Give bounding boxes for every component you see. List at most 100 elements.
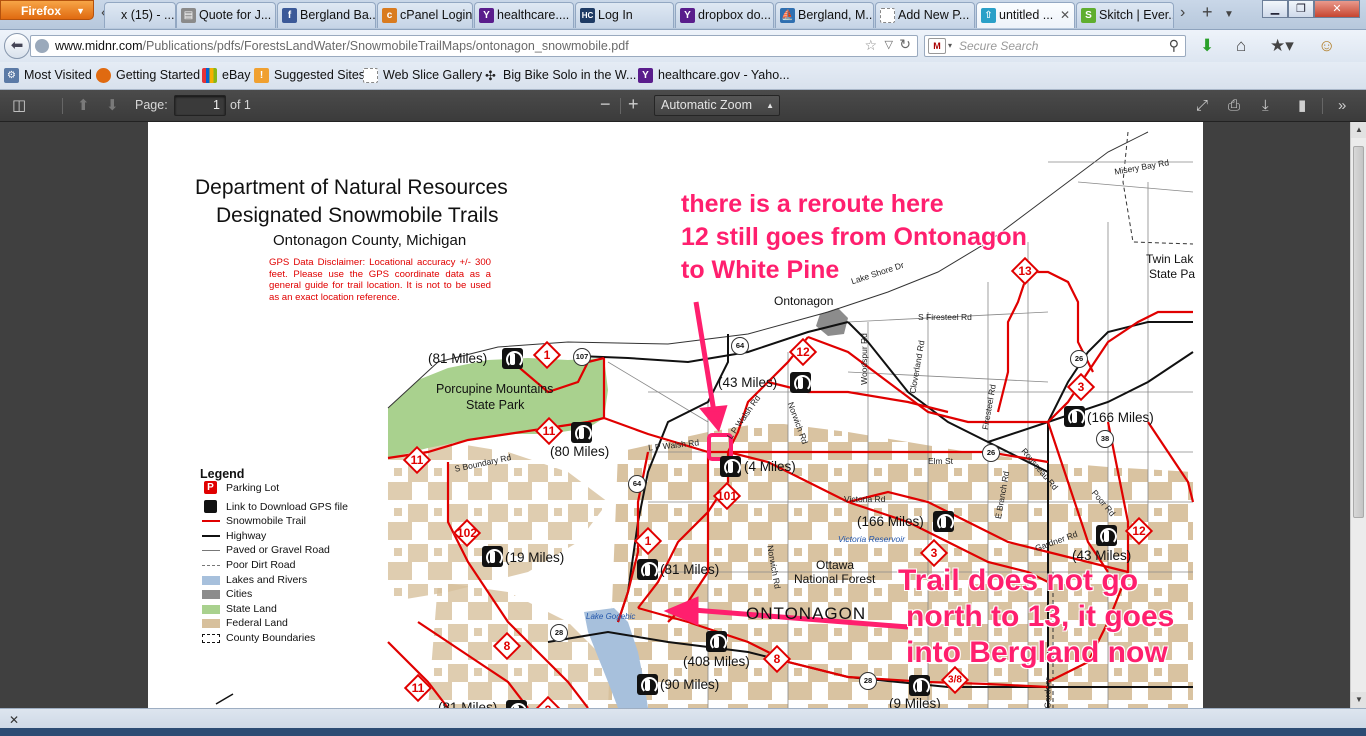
scroll-up-icon[interactable]: ▲	[1351, 122, 1366, 138]
tab-mail[interactable]: x (15) - ...	[104, 2, 176, 28]
bookmark-getting-started[interactable]: Getting Started	[96, 68, 200, 83]
tab-bergland-map[interactable]: ⛵ Bergland, M...	[775, 2, 874, 28]
tab-skitch[interactable]: S Skitch | Ever...	[1076, 2, 1174, 28]
legend-item: Link to Download GPS file	[200, 499, 380, 515]
back-button[interactable]: ⬅	[4, 33, 30, 59]
tab-add-new[interactable]: Add New P...	[875, 2, 975, 28]
sidebar-toggle-icon[interactable]: ◫	[12, 97, 26, 115]
trail-mileage: (43 Miles)	[718, 375, 778, 390]
extension-icon[interactable]: ☺	[1318, 36, 1335, 56]
place-ottawa: Ottawa	[816, 558, 855, 572]
search-bar[interactable]: M ▾ Secure Search ⚲	[924, 35, 1186, 57]
pdf-toolbar: ◫ ⬆ ⬇ Page: 1 of 1 − + Automatic Zoom ▲▼…	[0, 90, 1366, 129]
gps-download-icon[interactable]	[909, 675, 930, 696]
mcafee-icon[interactable]: M	[928, 38, 946, 54]
vertical-scrollbar[interactable]: ▲ ▼	[1350, 122, 1366, 708]
map-county: Ontonagon County, Michigan	[273, 232, 467, 249]
zoom-select[interactable]: Automatic Zoom ▲▼	[654, 95, 780, 129]
close-window-button[interactable]: ✕	[1314, 0, 1360, 18]
page-icon: ▤	[181, 8, 196, 23]
url-bar[interactable]: www.midnr.com/Publications/pdfs/ForestsL…	[30, 35, 918, 57]
bookmark-most-visited[interactable]: ⚙ Most Visited	[4, 68, 92, 83]
close-tab-icon[interactable]: ✕	[1060, 3, 1070, 27]
tab-scroll-right-icon[interactable]: ›	[1180, 4, 1185, 22]
gps-download-icon[interactable]	[933, 511, 954, 532]
tab-quote[interactable]: ▤ Quote for J...	[176, 2, 276, 28]
bookmark-web-slice-gallery[interactable]: Web Slice Gallery	[363, 68, 482, 83]
minimize-button[interactable]: ▁	[1262, 0, 1288, 18]
search-input[interactable]: Secure Search	[959, 36, 1038, 56]
tools-menu-icon[interactable]: »	[1338, 97, 1346, 115]
search-icon[interactable]: ⚲	[1169, 37, 1179, 54]
place-ontonagon: Ontonagon	[774, 294, 834, 308]
place-ottawa-national-forest: National Forest	[794, 572, 876, 586]
gps-download-icon[interactable]	[706, 631, 727, 652]
trail-mileage: (408 Miles)	[683, 654, 750, 669]
legend-title: Legend	[200, 467, 245, 481]
legend-item: County Boundaries	[200, 631, 380, 646]
pdf-viewer[interactable]: Department of Natural Resources Designat…	[0, 122, 1350, 708]
bookmark-healthcare-yahoo[interactable]: Y healthcare.gov - Yaho...	[638, 68, 790, 83]
gps-download-icon[interactable]	[637, 559, 658, 580]
gps-download-icon[interactable]	[790, 372, 811, 393]
close-icon[interactable]: ✕	[9, 713, 19, 727]
tab-healthcare[interactable]: Y healthcare....	[474, 2, 574, 28]
zoom-in-icon[interactable]: +	[628, 95, 639, 113]
gps-download-icon[interactable]	[637, 674, 658, 695]
tab-label: Bergland Ba...	[300, 8, 376, 22]
fullscreen-icon[interactable]: ⤢	[1196, 97, 1208, 115]
tab-untitled[interactable]: ⇧ untitled ... ✕	[976, 2, 1075, 28]
tab-cpanel[interactable]: c cPanel Login	[377, 2, 473, 28]
chevron-down-icon[interactable]: ▾	[948, 41, 952, 50]
page-number-input[interactable]: 1	[174, 95, 226, 116]
legend-item: Cities	[200, 587, 380, 602]
annotation-reroute-line-3: to White Pine	[681, 256, 840, 284]
previous-page-icon[interactable]: ⬆	[77, 97, 90, 115]
download-pdf-icon[interactable]: ⤓	[1262, 97, 1269, 115]
tab-label: healthcare....	[497, 8, 570, 22]
facebook-icon: f	[282, 8, 297, 23]
zoom-out-icon[interactable]: −	[600, 95, 611, 113]
next-page-icon[interactable]: ⬇	[106, 97, 119, 115]
url-text[interactable]: www.midnr.com/Publications/pdfs/ForestsL…	[55, 36, 629, 56]
gps-download-icon[interactable]	[506, 700, 527, 708]
gps-download-icon[interactable]	[1096, 525, 1117, 546]
bookmarks-menu-icon[interactable]: ★▾	[1270, 36, 1294, 56]
bookmark-label: eBay	[222, 68, 251, 82]
download-icon[interactable]: ⬇	[1200, 36, 1214, 56]
toolbar-separator	[620, 98, 621, 114]
county-boundary-symbol	[202, 633, 220, 643]
map-title: Department of Natural Resources	[195, 176, 508, 199]
gps-download-icon[interactable]	[571, 422, 592, 443]
scroll-thumb[interactable]	[1353, 146, 1364, 518]
firefox-menu-label: Firefox	[21, 4, 62, 18]
print-icon[interactable]: ⎙	[1228, 97, 1240, 115]
home-icon[interactable]: ⌂	[1236, 36, 1246, 56]
tab-bergland-facebook[interactable]: f Bergland Ba...	[277, 2, 376, 28]
gps-download-icon[interactable]	[720, 456, 741, 477]
bookmark-star-icon[interactable]: ☆	[864, 37, 877, 54]
tab-dropbox[interactable]: Y dropbox do...	[675, 2, 774, 28]
gps-download-icon[interactable]	[1064, 406, 1085, 427]
bookmark-view-icon[interactable]: ▮	[1298, 97, 1306, 115]
road-gardner-south: Gardner	[1042, 677, 1053, 708]
dirt-road-symbol	[202, 564, 220, 566]
bookmark-big-bike-solo[interactable]: ✣ Big Bike Solo in the W...	[483, 68, 636, 83]
history-dropdown-icon[interactable]: ▽	[885, 38, 893, 51]
tab-login[interactable]: HC Log In	[575, 2, 674, 28]
gps-download-icon[interactable]	[502, 348, 523, 369]
navigation-bar: ⬅ www.midnr.com/Publications/pdfs/Forest…	[0, 30, 1366, 62]
tab-list-icon[interactable]: ▼	[1224, 9, 1234, 20]
place-twin-lakes-state-park: State Pa	[1149, 267, 1196, 281]
bookmark-ebay[interactable]: eBay	[202, 68, 251, 83]
firefox-icon	[96, 68, 111, 83]
gps-download-icon[interactable]	[482, 546, 503, 567]
scroll-down-icon[interactable]: ▼	[1351, 692, 1366, 708]
new-tab-icon[interactable]: +	[1202, 2, 1213, 23]
suggested-sites-icon: !	[254, 68, 269, 83]
reload-icon[interactable]: ↻	[899, 36, 911, 53]
restore-button[interactable]: ❐	[1288, 0, 1314, 18]
bookmark-suggested-sites[interactable]: ! Suggested Sites	[254, 68, 366, 83]
firefox-menu-button[interactable]: Firefox ▼	[0, 0, 94, 20]
bookmark-label: Suggested Sites	[274, 68, 366, 82]
